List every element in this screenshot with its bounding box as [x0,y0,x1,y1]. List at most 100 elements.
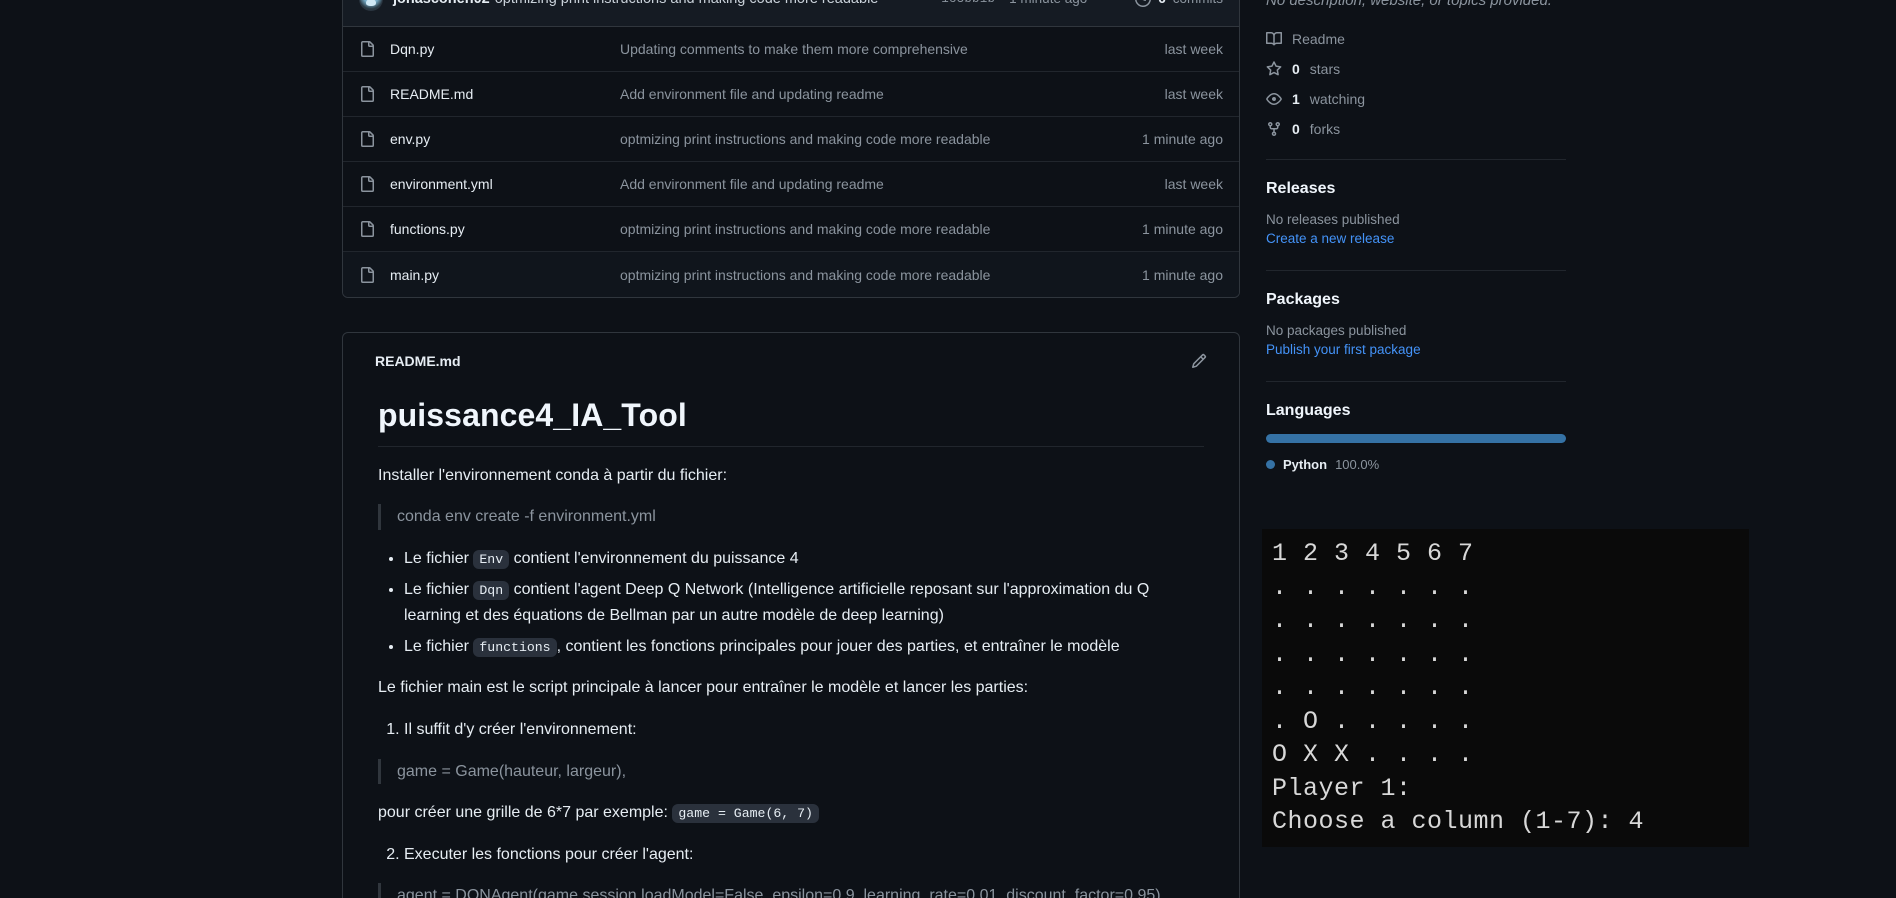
releases-empty-text: No releases published [1266,212,1400,227]
history-icon [1135,0,1152,7]
table-row[interactable]: main.py optmizing print instructions and … [343,252,1239,297]
meta-value: 0 [1292,121,1300,137]
terminal-line: . O . . . . . [1272,706,1474,736]
file-name[interactable]: functions.py [390,221,620,237]
commits-label: commits [1173,0,1223,6]
divider [1266,270,1566,271]
file-name[interactable]: Dqn.py [390,41,620,57]
table-row[interactable]: Dqn.py Updating comments to make them mor… [343,27,1239,72]
commit-message[interactable]: optmizing print instructions and making … [495,0,879,7]
readme-body: puissance4_IA_Tool Installer l'environne… [375,375,1207,898]
language-name: Python [1283,457,1328,472]
readme-code-game: game = Game(hauteur, largeur), [378,758,1204,785]
file-commit-message[interactable]: Add environment file and updating readme [620,176,1165,192]
fork-icon [1266,121,1282,137]
divider [1266,381,1566,382]
terminal-line: . . . . . . . [1272,673,1474,702]
file-timestamp: 1 minute ago [1142,131,1223,147]
packages-empty-text: No packages published [1266,323,1407,338]
readme-step-1: Il suffit d'y créer l'environnement: [404,717,1204,743]
meta-value: 1 [1292,91,1300,107]
file-timestamp: 1 minute ago [1142,221,1223,237]
readme-filename[interactable]: README.md [375,353,461,369]
readme-file-bullets: Le fichier Env contient l'environnement … [404,546,1204,660]
file-commit-message[interactable]: optmizing print instructions and making … [620,267,1142,283]
readme-code-conda: conda env create -f environment.yml [378,504,1204,530]
list-item: Le fichier Env contient l'environnement … [404,546,1204,572]
file-icon [359,266,379,283]
language-item[interactable]: Python 100.0% [1266,457,1566,472]
readme-code-agent: agent = DQNAgent(game,session,loadModel=… [378,883,1204,898]
packages-title: Packages [1266,291,1340,308]
bullet-text-pre: Le fichier [404,637,474,655]
readme-title: puissance4_IA_Tool [378,375,1204,447]
table-row[interactable]: environment.yml Add environment file and … [343,162,1239,207]
github-repo-page: jonascohen02 optmizing print instruction… [0,0,1896,898]
meta-label: stars [1309,61,1341,77]
meta-value: 0 [1292,61,1300,77]
file-name[interactable]: main.py [390,267,620,283]
terminal-line: 1 2 3 4 5 6 7 [1272,539,1474,568]
bullet-text-pre: Le fichier [404,580,474,598]
table-row[interactable]: functions.py optmizing print instructions… [343,207,1239,252]
readme-paragraph-install: Installer l'environnement conda à partir… [378,467,728,484]
file-name[interactable]: environment.yml [390,176,620,192]
create-release-link[interactable]: Create a new release [1266,231,1394,246]
readme-step-2: Executer les fonctions pour créer l'agen… [404,842,1204,868]
terminal-line: . . . . . . . [1272,572,1474,602]
commits-count-link[interactable]: 6 commits [1113,0,1223,7]
language-percent: 100.0% [1335,457,1380,472]
file-timestamp: last week [1164,86,1223,102]
file-icon [359,41,379,57]
file-icon [359,221,379,237]
publish-package-link[interactable]: Publish your first package [1266,342,1421,357]
file-listing-card: jonascohen02 optmizing print instruction… [342,0,1240,298]
commits-count: 6 [1158,0,1166,6]
repo-meta-item[interactable]: 0 stars [1266,61,1566,77]
file-timestamp: last week [1164,176,1223,192]
list-item: Le fichier functions, contient les fonct… [404,634,1204,660]
terminal-window[interactable]: 1 2 3 4 5 6 7 . . . . . . . . . . . . . ..… [1262,529,1749,847]
readme-inline-code-game: game = Game(6, 7) [672,804,819,824]
readme-paragraph-main: Le fichier main est le script principale… [378,679,1029,697]
file-name[interactable]: README.md [390,86,620,102]
language-bar[interactable] [1266,434,1566,443]
terminal-line: Player 1: [1272,773,1412,803]
file-rows: Dqn.py Updating comments to make them mor… [343,27,1239,297]
repo-description: No description, website, or topics provi… [1266,0,1552,9]
file-commit-message[interactable]: Add environment file and updating readme [620,86,1165,102]
pencil-icon[interactable] [1191,353,1207,369]
file-commit-message[interactable]: optmizing print instructions and making … [620,221,1142,237]
divider [1266,159,1566,160]
repo-meta-item[interactable]: 0 forks [1266,121,1566,137]
meta-label: Readme [1292,31,1345,47]
commit-author[interactable]: jonascohen02 [393,0,490,7]
inline-code: Env [473,549,510,569]
meta-label: forks [1309,121,1341,137]
table-row[interactable]: README.md Add environment file and updati… [343,72,1239,117]
bullet-text-pre: Le fichier [404,549,474,567]
list-item: Executer les fonctions pour créer l'agen… [404,842,1204,868]
file-icon [359,176,379,192]
commit-sha[interactable]: 1c3bb1b [941,0,995,6]
star-icon [1266,61,1282,77]
terminal-line: Choose a column (1-7): 4 [1272,807,1645,836]
language-list: Python 100.0% [1266,457,1566,472]
repo-meta-list: Readme 0 stars 1 watching 0 forks [1266,31,1566,137]
avatar[interactable] [359,0,383,11]
repo-meta-item[interactable]: 1 watching [1266,91,1566,107]
file-commit-message[interactable]: optmizing print instructions and making … [620,131,1142,147]
language-color-dot [1266,460,1275,469]
readme-grid-text: pour créer une grille de 6*7 par exemple… [378,804,673,822]
eye-icon [1266,91,1282,107]
file-name[interactable]: env.py [390,131,620,147]
file-icon [359,131,379,147]
meta-label: watching [1309,91,1366,107]
releases-title: Releases [1266,180,1336,197]
file-commit-message[interactable]: Updating comments to make them more comp… [620,41,1165,57]
bullet-text-post: contient l'environnement du puissance 4 [509,549,799,567]
languages-title: Languages [1266,402,1351,419]
repo-meta-item[interactable]: Readme [1266,31,1566,47]
table-row[interactable]: env.py optmizing print instructions and m… [343,117,1239,162]
inline-code: Dqn [473,580,510,600]
